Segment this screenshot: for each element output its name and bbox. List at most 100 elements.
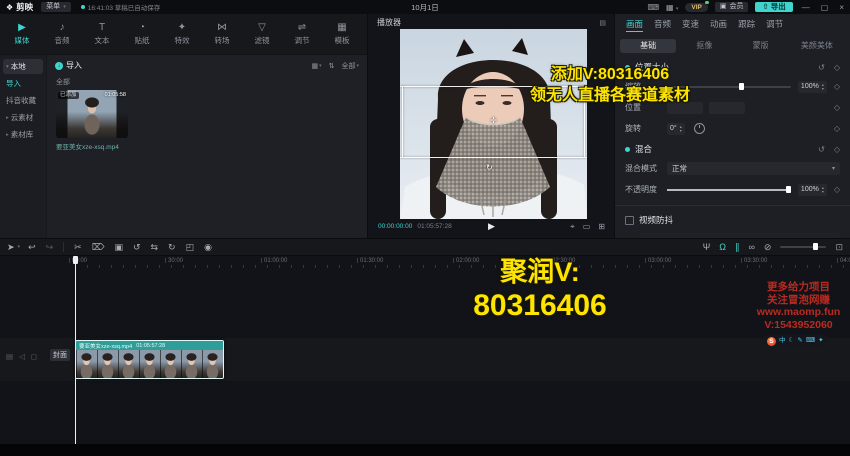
playhead-handle[interactable]	[73, 256, 78, 264]
filter-dropdown[interactable]: 全部▾	[341, 61, 359, 71]
minimize-button[interactable]: —	[800, 3, 812, 12]
inspector-tab-audio[interactable]: 音频	[654, 18, 671, 32]
smart-matting-icon[interactable]: ◉	[204, 242, 212, 252]
record-voiceover-icon[interactable]: Ψ	[703, 242, 711, 252]
cover-button[interactable]: 封面	[50, 349, 70, 361]
ime-icon-1[interactable]: ☾	[789, 336, 795, 346]
keyframe-icon[interactable]: ◇	[834, 185, 840, 194]
member-button[interactable]: ▣ 会员	[715, 2, 749, 12]
main-track-magnet-icon[interactable]: Ω	[719, 242, 726, 252]
auto-snap-icon[interactable]: ∥	[735, 242, 740, 252]
keyframe-icon[interactable]: ◇	[834, 63, 840, 72]
inspector-subtab-basic[interactable]: 基础	[620, 39, 676, 53]
sidebar-item-douyin-favorites[interactable]: 抖音收藏	[3, 93, 43, 108]
scale-value[interactable]: 100%▴▾	[798, 81, 827, 93]
vip-badge[interactable]: VIP	[685, 3, 707, 12]
stepper-icon[interactable]: ▴▾	[822, 186, 824, 194]
layout-icon[interactable]: ▦ ▾	[666, 3, 678, 12]
tab-transition[interactable]: ⋈转场	[202, 14, 242, 54]
inspector-subtab-beauty[interactable]: 美颜美体	[789, 39, 845, 53]
ime-icon-0[interactable]: 中	[779, 336, 786, 346]
shortcut-keys-icon[interactable]: ⌨	[648, 3, 660, 12]
playhead[interactable]	[75, 256, 76, 444]
close-button[interactable]: ×	[837, 3, 846, 12]
undo-icon[interactable]: ↩	[28, 242, 36, 252]
freeze-frame-icon[interactable]: ▣	[114, 242, 123, 252]
sidebar-item-cloud-assets[interactable]: ▸云素材	[3, 110, 43, 125]
link-icon[interactable]: ∞	[748, 242, 754, 252]
play-button[interactable]: ▶	[488, 221, 495, 232]
move-handle-icon[interactable]: ✛	[490, 117, 497, 125]
sidebar-item-import[interactable]: 导入	[3, 76, 43, 91]
track-lock-icon[interactable]: ◻	[31, 352, 37, 361]
inspector-tab-tracking[interactable]: 跟踪	[738, 18, 755, 32]
slider-knob[interactable]	[786, 186, 791, 193]
inspector-subtab-cutout[interactable]: 抠像	[676, 39, 732, 53]
rotate-value[interactable]: 0°▴▾	[667, 123, 685, 135]
keyframe-icon[interactable]: ◇	[834, 103, 840, 112]
sidebar-item-local[interactable]: ▾本地	[3, 59, 43, 74]
delete-icon[interactable]: ⌦	[92, 242, 105, 252]
rotate-icon[interactable]: ↻	[168, 242, 176, 252]
media-clip-thumbnail[interactable]: 已添加 01:05:58	[56, 90, 128, 138]
track-mute-icon[interactable]: ◁	[19, 352, 25, 361]
fullscreen-icon[interactable]: ⊞	[598, 222, 605, 232]
inspector-tab-picture[interactable]: 画面	[626, 18, 643, 32]
sogou-logo-icon[interactable]: S	[767, 337, 776, 346]
preview-video[interactable]: ✛ ↻	[400, 29, 587, 219]
opacity-value[interactable]: 100%▴▾	[798, 184, 827, 196]
redo-icon[interactable]: ↪	[46, 242, 54, 252]
keyframe-icon[interactable]: ◇	[834, 145, 840, 154]
split-icon[interactable]: ✂	[74, 242, 82, 252]
tab-filter[interactable]: ▽滤镜	[242, 14, 282, 54]
stepper-icon[interactable]: ▴▾	[680, 125, 682, 133]
tab-effect[interactable]: ✦特效	[162, 14, 202, 54]
stabilize-checkbox[interactable]	[625, 216, 634, 225]
menu-button[interactable]: 菜单 ▾	[41, 2, 71, 12]
opacity-slider[interactable]	[667, 189, 791, 191]
section-toggle[interactable]	[625, 147, 630, 152]
track-toggle-icon[interactable]: ▤	[6, 352, 13, 361]
reset-icon[interactable]: ↺	[818, 63, 825, 72]
view-mode-button[interactable]: ▦▾	[311, 62, 321, 70]
mirror-icon[interactable]: ⇆	[151, 242, 159, 252]
timeline-tracks[interactable]: ▤ ◁ ◻ 封面 要亚美女xze-xsq.mp4 01:05:57:28	[0, 269, 850, 444]
ime-icon-4[interactable]: ✦	[818, 336, 823, 346]
inspector-subtab-mask[interactable]: 蒙版	[733, 39, 789, 53]
tab-media[interactable]: ▶媒体	[2, 14, 42, 54]
reset-icon[interactable]: ↺	[818, 145, 825, 154]
rotate-dial[interactable]	[694, 123, 705, 134]
blend-mode-dropdown[interactable]: 正常 ▾	[667, 162, 840, 175]
stepper-icon[interactable]: ▴▾	[822, 83, 824, 91]
crop-icon[interactable]: ◰	[186, 242, 195, 252]
render-quality-icon[interactable]: ▤	[599, 19, 606, 27]
inspector-tab-speed[interactable]: 变速	[682, 18, 699, 32]
select-tool-icon[interactable]: ➤	[7, 242, 15, 252]
timeline-ruler[interactable]: 00:0030:0001:00:0001:30:0002:00:0002:30:…	[0, 256, 850, 269]
tab-sticker[interactable]: ◔贴纸	[122, 14, 162, 54]
tab-text[interactable]: T文本	[82, 14, 122, 54]
tab-adjust[interactable]: ⇌调节	[282, 14, 322, 54]
tab-template[interactable]: ▦模板	[322, 14, 362, 54]
transform-line-bottom[interactable]	[400, 157, 587, 158]
timeline-zoom-slider[interactable]	[780, 246, 826, 248]
rotate-handle-icon[interactable]: ↻	[486, 164, 493, 172]
import-button[interactable]: ↓ 导入	[55, 60, 82, 71]
export-button[interactable]: ⇧ 导出	[755, 2, 792, 12]
slider-knob[interactable]	[813, 243, 818, 250]
keyframe-icon[interactable]: ◇	[834, 82, 840, 91]
canvas-ratio-icon[interactable]: ▭	[583, 222, 591, 232]
sort-button[interactable]: ⇅	[329, 62, 335, 70]
maximize-button[interactable]: ▢	[819, 3, 831, 12]
keyframe-icon[interactable]: ◇	[834, 124, 840, 133]
snapshot-icon[interactable]: ⌖	[570, 222, 575, 232]
tab-audio[interactable]: ♪音频	[42, 14, 82, 54]
fit-timeline-icon[interactable]: ⊡	[835, 242, 843, 252]
timeline-clip[interactable]: 要亚美女xze-xsq.mp4 01:05:57:28	[75, 340, 224, 379]
reverse-icon[interactable]: ↺	[133, 242, 141, 252]
ime-icon-2[interactable]: ✎	[797, 336, 802, 346]
preview-axis-icon[interactable]: ⊘	[764, 242, 772, 252]
transform-line-left[interactable]	[402, 86, 403, 157]
sidebar-item-asset-library[interactable]: ▸素材库	[3, 127, 43, 142]
ime-icon-3[interactable]: ⌨	[806, 336, 815, 346]
